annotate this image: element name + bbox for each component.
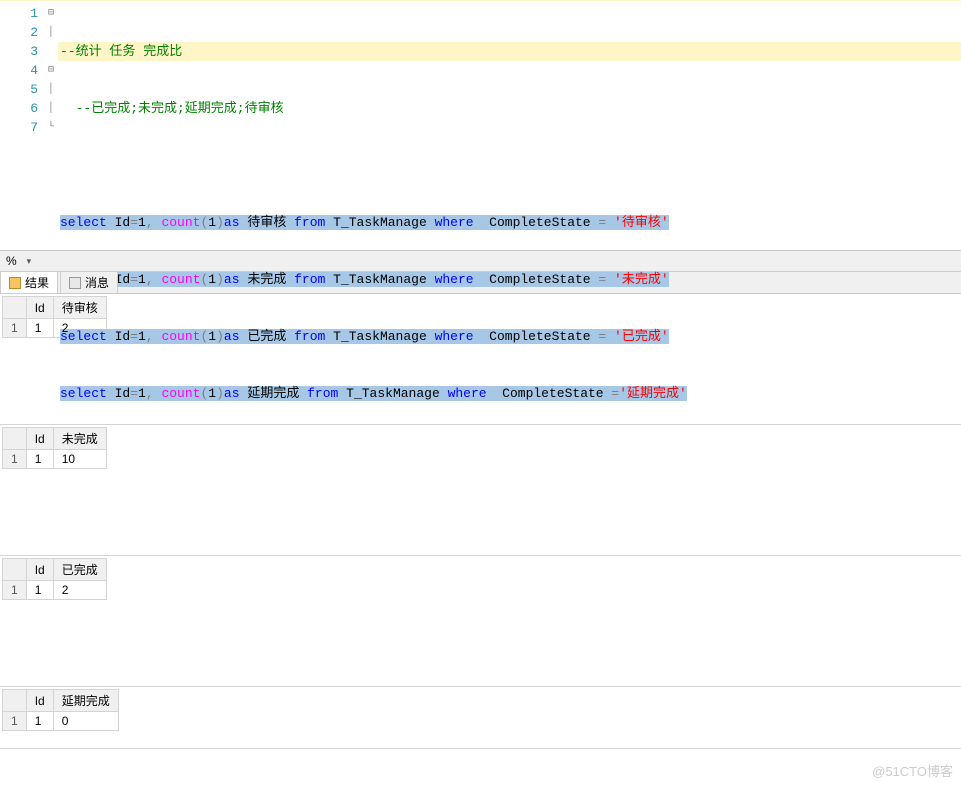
- zoom-percent[interactable]: %: [0, 254, 23, 268]
- cell[interactable]: 10: [53, 450, 106, 469]
- column-header[interactable]: Id: [26, 297, 53, 319]
- corner-cell: [3, 559, 27, 581]
- cell[interactable]: 0: [53, 712, 118, 731]
- column-header[interactable]: Id: [26, 428, 53, 450]
- code-content[interactable]: --统计 任务 完成比 --已完成;未完成;延期完成;待审核 select Id…: [58, 1, 961, 250]
- cell[interactable]: 1: [26, 450, 53, 469]
- comment-text: --已完成;未完成;延期完成;待审核: [60, 101, 284, 116]
- result-table[interactable]: Id已完成 112: [2, 558, 107, 600]
- comment-text: --统计 任务 完成比: [60, 44, 182, 59]
- result-table[interactable]: Id未完成 1110: [2, 427, 107, 469]
- cell[interactable]: 2: [53, 581, 106, 600]
- cell[interactable]: 1: [26, 712, 53, 731]
- watermark: @51CTO博客: [872, 761, 953, 780]
- fold-gutter[interactable]: ⊟ │ ⊟ │ │ └: [44, 1, 58, 250]
- message-icon: [69, 277, 81, 289]
- tab-label: 消息: [85, 274, 109, 291]
- result-panel: Id延期完成 110: [0, 689, 961, 749]
- tab-label: 结果: [25, 274, 49, 291]
- column-header[interactable]: Id: [26, 690, 53, 712]
- corner-cell: [3, 428, 27, 450]
- chevron-down-icon[interactable]: ▾: [23, 256, 36, 267]
- tab-messages[interactable]: 消息: [60, 271, 118, 293]
- result-panel: Id已完成 112: [0, 558, 961, 687]
- corner-cell: [3, 297, 27, 319]
- tab-results[interactable]: 结果: [0, 271, 58, 293]
- row-number[interactable]: 1: [3, 450, 27, 469]
- result-panel: Id未完成 1110: [0, 427, 961, 556]
- cell[interactable]: 1: [26, 581, 53, 600]
- cell[interactable]: 1: [26, 319, 53, 338]
- row-number[interactable]: 1: [3, 712, 27, 731]
- corner-cell: [3, 690, 27, 712]
- column-header[interactable]: Id: [26, 559, 53, 581]
- row-number[interactable]: 1: [3, 581, 27, 600]
- grid-icon: [9, 277, 21, 289]
- result-table[interactable]: Id延期完成 110: [2, 689, 119, 731]
- column-header[interactable]: 延期完成: [53, 690, 118, 712]
- column-header[interactable]: 已完成: [53, 559, 106, 581]
- line-number-gutter: 1 2 3 4 5 6 7: [0, 1, 44, 250]
- row-number[interactable]: 1: [3, 319, 27, 338]
- code-editor[interactable]: 1 2 3 4 5 6 7 ⊟ │ ⊟ │ │ └ --统计 任务 完成比 --…: [0, 0, 961, 250]
